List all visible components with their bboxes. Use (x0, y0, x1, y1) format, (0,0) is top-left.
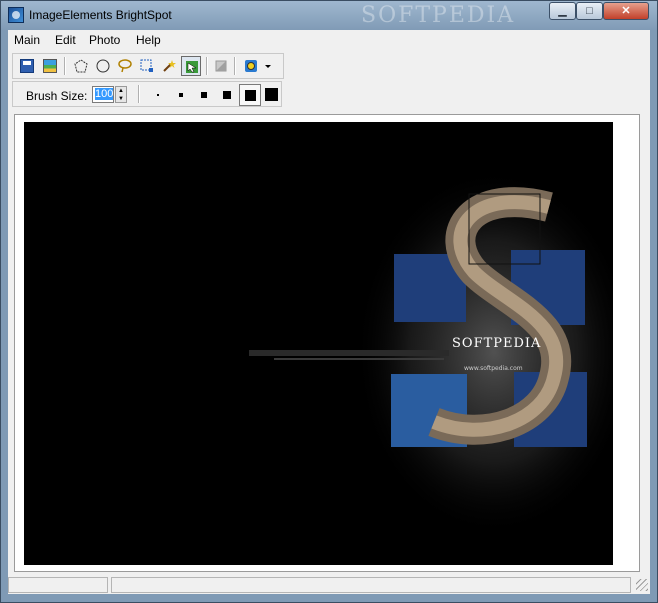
filter-icon (245, 60, 257, 72)
save-button[interactable] (17, 56, 37, 76)
eraser-icon (215, 60, 227, 72)
filter-button[interactable] (241, 56, 261, 76)
menu-edit[interactable]: Edit (55, 33, 76, 47)
brush-dot-icon (245, 90, 256, 101)
menu-photo[interactable]: Photo (89, 33, 120, 47)
magic-wand-icon (163, 60, 176, 72)
status-pane-main (111, 577, 631, 593)
lasso-select-icon (118, 59, 132, 73)
toolbar-separator (64, 57, 66, 75)
brush-select-button[interactable] (181, 56, 201, 76)
brush-size-spinner[interactable]: ▲ ▼ (115, 86, 127, 103)
magic-wand-button[interactable] (159, 56, 179, 76)
brush-dot-icon (157, 94, 159, 96)
save-icon (20, 59, 34, 73)
brush-toolbar: Brush Size: 100 ▲ ▼ (12, 81, 282, 107)
open-image-button[interactable] (40, 56, 60, 76)
resize-grip-icon[interactable] (636, 579, 648, 591)
window-title: ImageElements BrightSpot (29, 8, 172, 22)
brush-select-icon (186, 61, 198, 73)
image-url-text: www.softpedia.com (464, 365, 523, 372)
minimize-button[interactable]: ▁ (549, 2, 576, 20)
menu-main[interactable]: Main (14, 33, 40, 47)
brush-size-2[interactable] (170, 84, 192, 106)
menu-help[interactable]: Help (136, 33, 161, 47)
close-button[interactable]: ✕ (603, 2, 649, 20)
brush-size-6[interactable] (261, 84, 283, 106)
title-watermark: SOFTPEDIA (361, 3, 516, 28)
menu-bar: Main Edit Photo Help (8, 30, 650, 50)
brush-size-value: 100 (95, 88, 114, 100)
toolbar-separator (138, 85, 140, 103)
polygon-select-icon (74, 59, 88, 73)
filter-dropdown-button[interactable] (261, 56, 275, 76)
brush-size-field[interactable]: 100 (92, 86, 114, 103)
lasso-select-button[interactable] (115, 56, 135, 76)
brush-size-5[interactable] (239, 84, 261, 106)
brush-size-3[interactable] (193, 84, 215, 106)
photo-artwork: SOFTPEDIA www.softpedia.com (249, 167, 613, 537)
status-pane-left (8, 577, 108, 593)
open-image-icon (43, 59, 57, 73)
spin-down-icon[interactable]: ▼ (116, 95, 126, 103)
brush-dot-icon (265, 88, 278, 101)
brush-dot-icon (179, 93, 183, 97)
brush-dot-icon (201, 92, 207, 98)
client-area: Brush Size: 100 ▲ ▼ SOFTPEDIA www.softpe… (8, 50, 650, 594)
title-bar[interactable]: ImageElements BrightSpot SOFTPEDIA ▁ □ ✕ (1, 1, 657, 29)
brush-size-4[interactable] (216, 84, 238, 106)
ellipse-select-button[interactable] (93, 56, 113, 76)
eraser-button[interactable] (211, 56, 231, 76)
brush-size-label: Brush Size: (26, 89, 88, 103)
toolbar-separator (206, 57, 208, 75)
app-window: ImageElements BrightSpot SOFTPEDIA ▁ □ ✕… (0, 0, 658, 603)
image-brand-text: SOFTPEDIA (452, 336, 541, 351)
brush-size-1[interactable] (147, 84, 169, 106)
status-bar (8, 575, 650, 594)
rect-select-button[interactable] (137, 56, 157, 76)
dropdown-arrow-icon (265, 65, 271, 68)
toolbar-separator (234, 57, 236, 75)
spin-up-icon[interactable]: ▲ (116, 87, 126, 95)
rect-select-icon (140, 59, 153, 72)
main-toolbar (12, 53, 284, 79)
maximize-button[interactable]: □ (576, 2, 603, 20)
photo-canvas[interactable]: SOFTPEDIA www.softpedia.com (24, 122, 613, 565)
polygon-select-button[interactable] (71, 56, 91, 76)
canvas-frame: SOFTPEDIA www.softpedia.com (14, 114, 640, 572)
ellipse-select-icon (96, 59, 110, 73)
brush-dot-icon (223, 91, 231, 99)
app-icon (8, 7, 24, 23)
